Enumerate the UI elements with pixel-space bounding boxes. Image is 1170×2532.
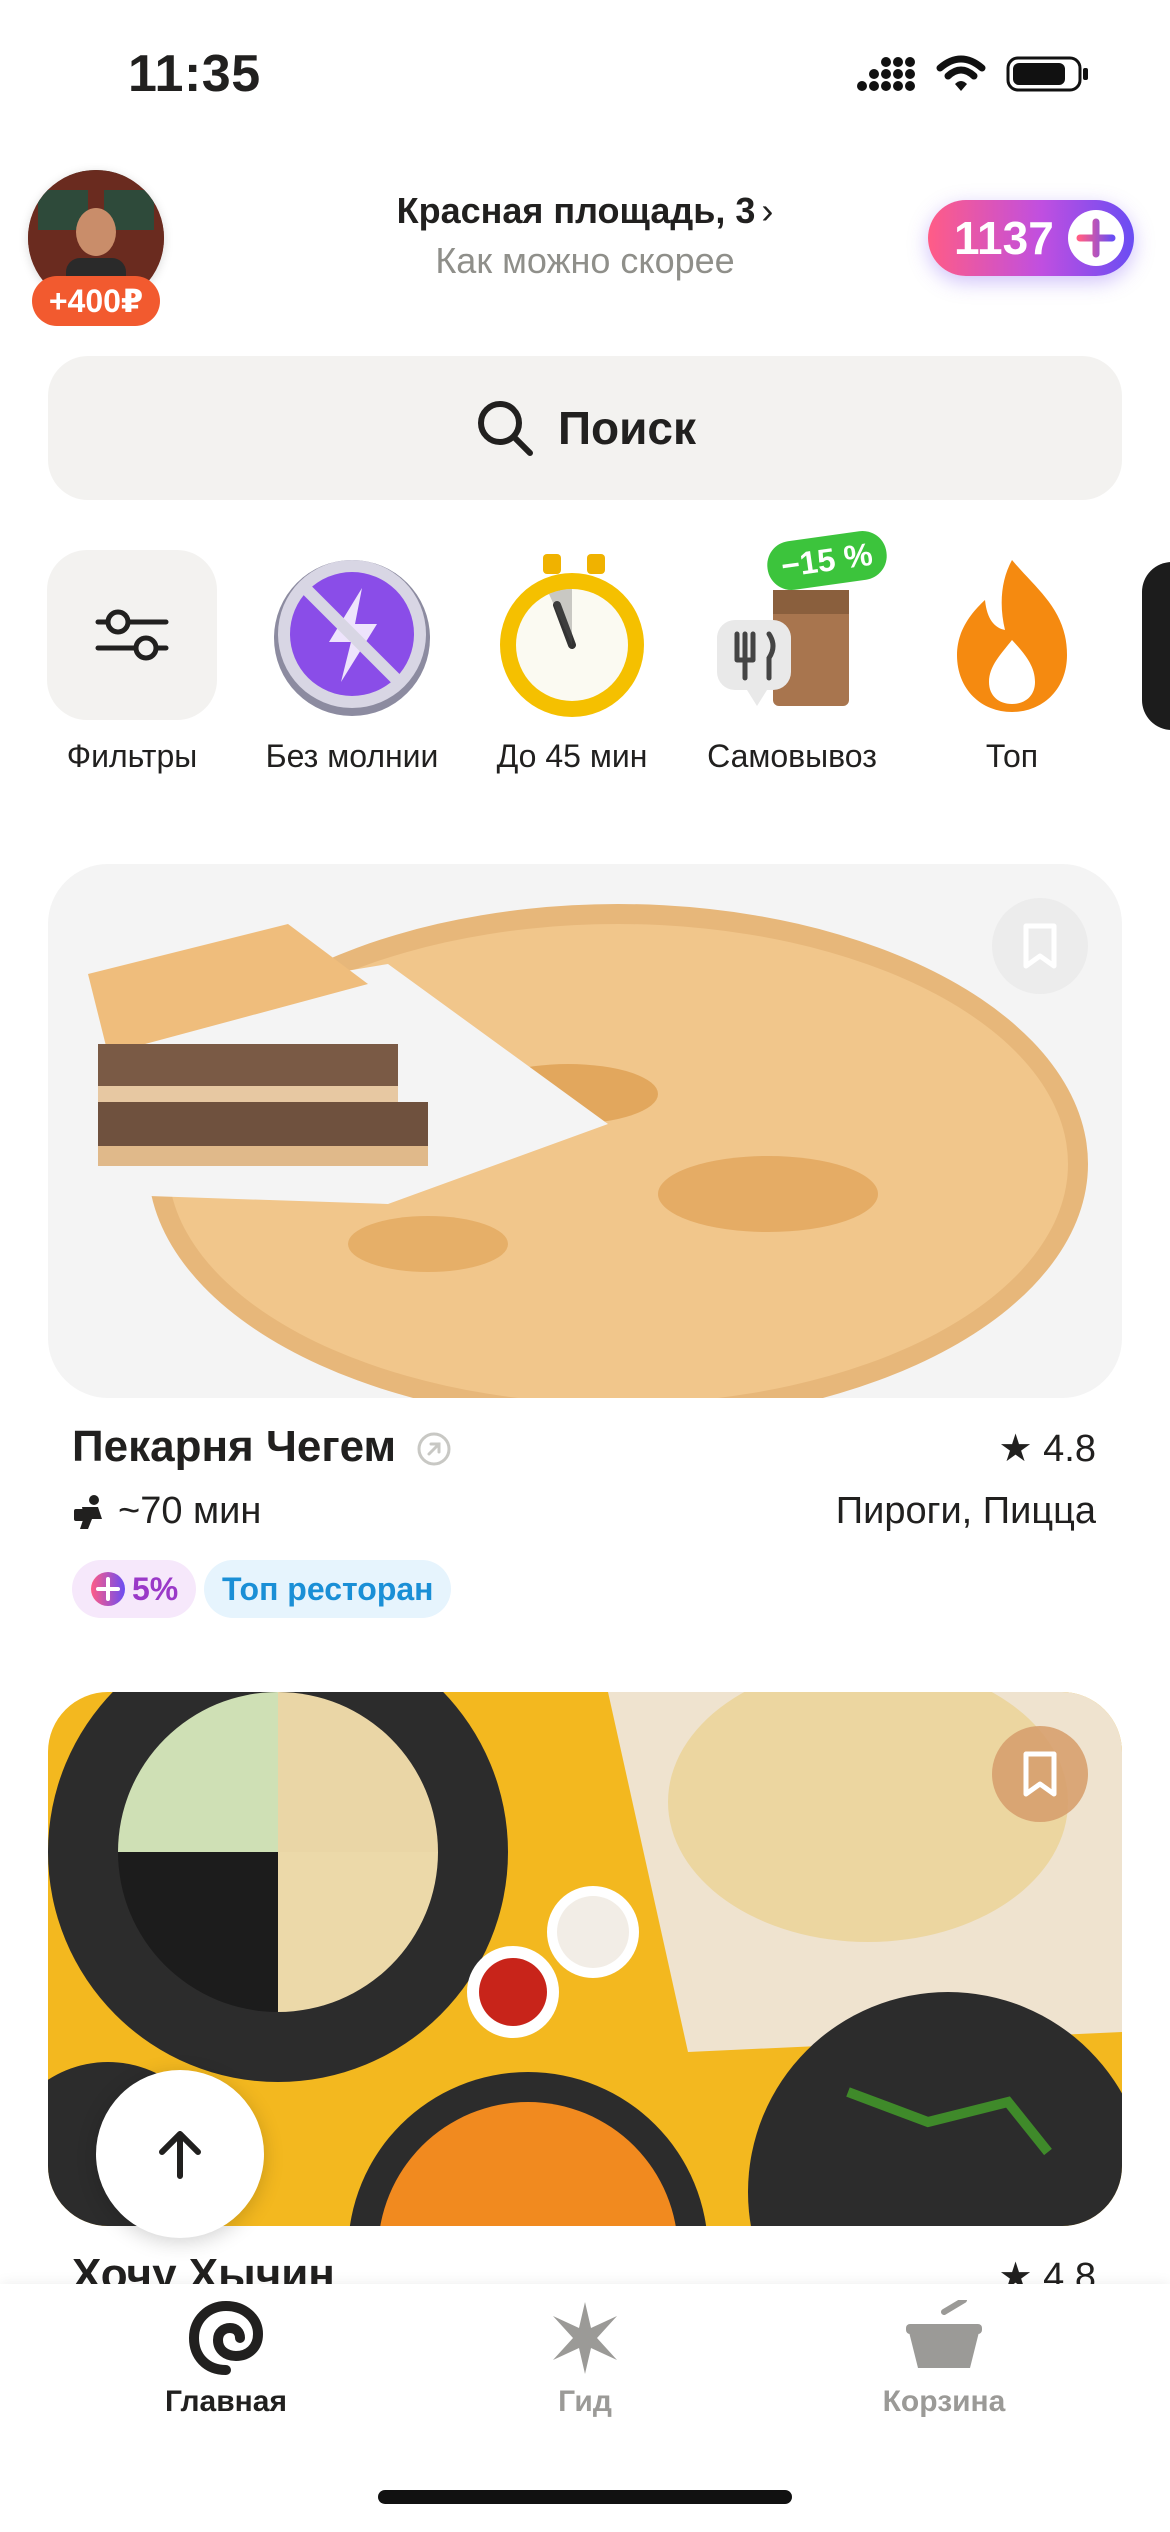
search-label: Поиск	[557, 402, 697, 454]
info-arrow-icon	[417, 1432, 451, 1466]
bonus-badge[interactable]: +400₽	[32, 276, 160, 326]
category-label: Топ	[985, 738, 1039, 774]
pie-image	[88, 904, 1088, 1398]
cellular-signal-icon	[857, 57, 915, 91]
bookmark-button[interactable]	[992, 1726, 1088, 1822]
category-under-45[interactable]: До 45 мин	[472, 550, 672, 775]
category-label: До 45 мин	[496, 738, 648, 774]
restaurant-cuisine: Пироги, Пицца	[835, 1490, 1096, 1532]
top-restaurant-tag: Топ ресторан	[204, 1560, 452, 1618]
fire-icon	[927, 550, 1097, 720]
restaurant-rating: ★ 4.8	[998, 1428, 1096, 1470]
plus-points-button[interactable]: 1137	[928, 200, 1134, 276]
bookmark-button[interactable]	[992, 898, 1088, 994]
plus-cashback-tag: 5%	[72, 1560, 197, 1618]
stopwatch-icon	[487, 550, 657, 720]
no-lightning-icon	[267, 550, 437, 720]
courier-icon	[74, 1494, 102, 1529]
category-top[interactable]: Топ	[912, 550, 1112, 775]
wifi-icon	[936, 55, 986, 91]
restaurant-name-text: Пекарня Чегем	[72, 1422, 397, 1471]
status-time: 11:35	[128, 45, 261, 103]
tab-cart[interactable]: Корзина	[824, 2297, 1064, 2419]
category-pickup[interactable]: −15 % Самовывоз	[692, 527, 892, 775]
category-label: Самовывоз	[707, 738, 877, 774]
delivery-address[interactable]: Красная площадь, 3 ›	[300, 190, 870, 232]
category-label: Фильтры	[66, 738, 198, 774]
chevron-right-icon: ›	[761, 190, 774, 231]
tab-guide[interactable]: Гид	[465, 2300, 705, 2419]
bookmark-icon	[1023, 923, 1057, 969]
sliders-icon	[47, 550, 217, 720]
arrow-up-icon	[159, 2131, 201, 2179]
tab-label: Корзина	[882, 2385, 1006, 2418]
tab-label: Гид	[558, 2385, 612, 2418]
pickup-bag-icon: −15 %	[707, 527, 890, 720]
restaurant-name[interactable]: Пекарня Чегем	[72, 1422, 452, 1472]
search-icon	[477, 401, 533, 456]
restaurant-image[interactable]	[48, 864, 1122, 1398]
delivery-time-text: ~70 мин	[118, 1490, 262, 1532]
search-bar[interactable]: Поиск	[48, 356, 1122, 500]
category-partial[interactable]	[1142, 562, 1170, 730]
plus-icon	[91, 1572, 125, 1606]
cashback-text: 5%	[132, 1570, 179, 1607]
points-value: 1137	[954, 212, 1054, 264]
address-text: Красная площадь, 3	[396, 190, 756, 231]
compass-star-icon	[553, 2302, 617, 2374]
tab-home[interactable]: Главная	[106, 2300, 346, 2419]
category-label: Без молнии	[265, 738, 439, 774]
basket-icon	[906, 2297, 982, 2368]
home-spiral-icon	[188, 2300, 264, 2375]
battery-icon	[1006, 56, 1088, 92]
category-no-lightning[interactable]: Без молнии	[252, 550, 452, 775]
delivery-info: ~70 мин	[72, 1490, 261, 1533]
delivery-time: Как можно скорее	[435, 240, 735, 281]
category-filters[interactable]: Фильтры	[32, 550, 232, 775]
status-icons	[856, 54, 1090, 94]
bookmark-icon	[1023, 1751, 1057, 1797]
plus-icon	[1068, 210, 1124, 266]
scroll-to-top-button[interactable]	[96, 2070, 264, 2238]
home-indicator	[378, 2490, 792, 2504]
tab-label: Главная	[164, 2385, 287, 2418]
